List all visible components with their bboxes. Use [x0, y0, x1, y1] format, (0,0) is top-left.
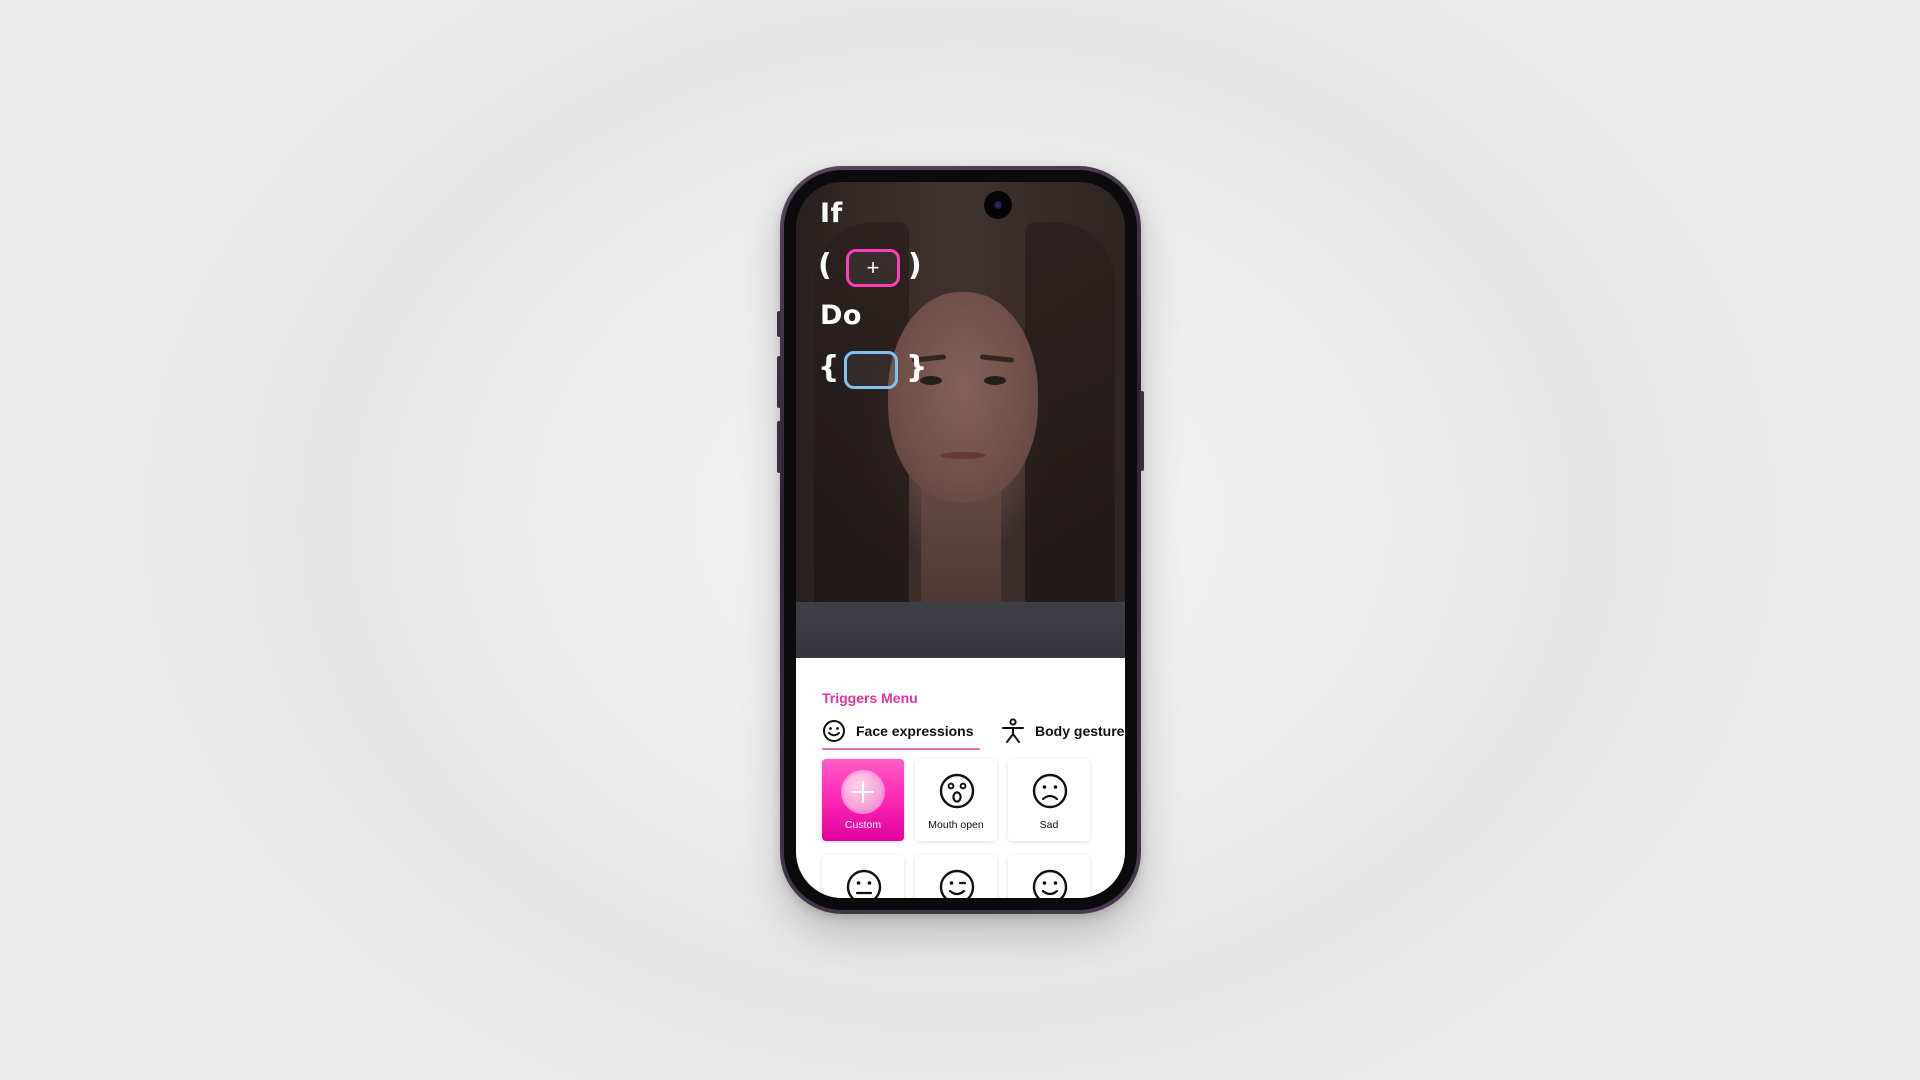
- smiley-icon: [823, 720, 845, 742]
- smile-face-icon: [1032, 869, 1068, 898]
- triggers-menu-title: Triggers Menu: [822, 690, 918, 706]
- if-keyword: If: [820, 198, 843, 229]
- triggers-menu-sheet: Triggers Menu Face expressions Body gest…: [796, 658, 1125, 898]
- close-brace: }: [906, 350, 928, 385]
- if-condition-slot[interactable]: +: [846, 249, 900, 287]
- plus-icon: [843, 772, 883, 812]
- surprised-face-icon: [939, 773, 975, 809]
- trigger-tile-wink[interactable]: [915, 855, 997, 898]
- do-action-slot[interactable]: [844, 351, 898, 389]
- tab-face-expressions[interactable]: Face expressions: [822, 716, 974, 746]
- sad-face-icon: [1032, 773, 1068, 809]
- tile-label: Custom: [844, 819, 882, 831]
- trigger-tile-neutral[interactable]: [822, 855, 904, 898]
- mute-switch: [777, 311, 781, 337]
- do-keyword: Do: [820, 300, 862, 331]
- phone-frame: If ( + ) Do { } Triggers Menu Face expre…: [777, 166, 1144, 914]
- power-button: [1140, 391, 1144, 471]
- volume-up-button: [777, 356, 781, 408]
- trigger-tile-smile[interactable]: [1008, 855, 1090, 898]
- trigger-tile-sad[interactable]: Sad: [1008, 759, 1090, 841]
- trigger-tile-custom[interactable]: Custom: [822, 759, 904, 841]
- tab-body-gestures[interactable]: Body gestures: [1001, 716, 1125, 746]
- background: If ( + ) Do { } Triggers Menu Face expre…: [0, 0, 1920, 1080]
- neutral-face-icon: [846, 869, 882, 898]
- tile-label: Sad: [1039, 819, 1059, 831]
- close-paren: ): [908, 248, 922, 283]
- phone-screen: If ( + ) Do { } Triggers Menu Face expre…: [796, 182, 1125, 898]
- wink-face-icon: [939, 869, 975, 898]
- volume-down-button: [777, 421, 781, 473]
- open-paren: (: [818, 248, 832, 283]
- person-icon: [1002, 718, 1024, 743]
- active-tab-indicator: [822, 748, 980, 750]
- front-camera: [984, 191, 1012, 219]
- tab-label: Body gestures: [1035, 723, 1125, 739]
- tile-label: Mouth open: [928, 819, 984, 831]
- trigger-tile-mouth-open[interactable]: Mouth open: [915, 759, 997, 841]
- tab-label: Face expressions: [856, 723, 974, 739]
- open-brace: {: [818, 350, 840, 385]
- plus-icon: +: [866, 255, 880, 280]
- camera-preview: [796, 182, 1125, 662]
